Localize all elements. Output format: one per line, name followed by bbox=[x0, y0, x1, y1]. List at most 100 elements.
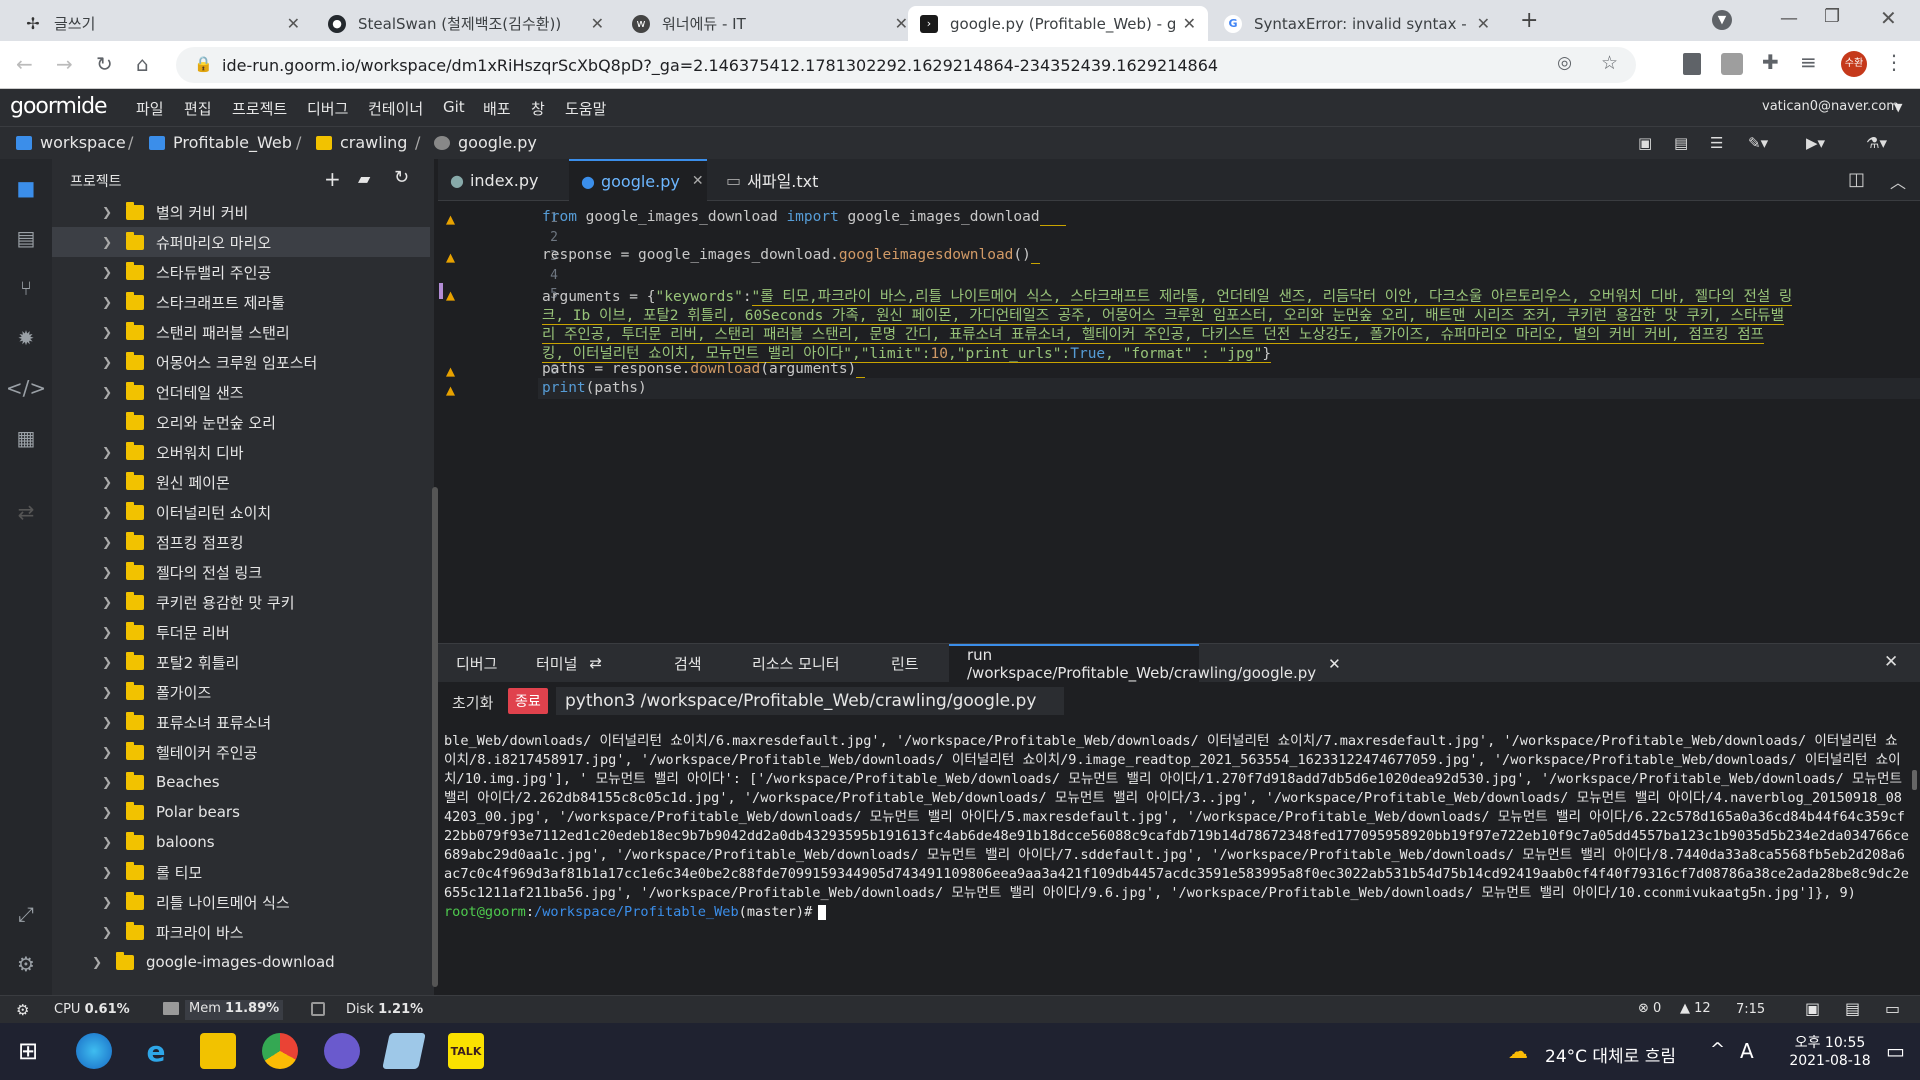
menu-deploy[interactable]: 배포 bbox=[483, 98, 511, 119]
fullscreen-icon[interactable]: ⤢ bbox=[13, 901, 39, 927]
tab-terminal[interactable]: 터미널 ⇄ bbox=[518, 644, 620, 682]
tree-item[interactable]: ❯ 언더테일 샌즈 bbox=[52, 377, 430, 407]
back-icon[interactable]: ← bbox=[16, 52, 33, 76]
minimize-button[interactable]: — bbox=[1780, 8, 1798, 29]
editor-tab-index[interactable]: ● index.py bbox=[438, 159, 568, 201]
extension-icon[interactable] bbox=[1683, 53, 1701, 75]
crumb-file[interactable]: google.py bbox=[434, 133, 537, 152]
tree-item[interactable]: ❯ 폴가이즈 bbox=[52, 677, 430, 707]
chevron-up-icon[interactable]: ^ bbox=[1710, 1039, 1725, 1060]
tree-item[interactable]: ❯ 이터널리턴 쇼이치 bbox=[52, 497, 430, 527]
close-icon[interactable]: ✕ bbox=[1477, 14, 1490, 33]
chevron-right-icon[interactable]: ❯ bbox=[98, 835, 116, 849]
chevron-right-icon[interactable]: ❯ bbox=[98, 295, 116, 309]
tree-item[interactable]: ❯ 슈퍼마리오 마리오 bbox=[52, 227, 430, 257]
url-input[interactable]: 🔒 ide-run.goorm.io/workspace/dm1xRiHszqr… bbox=[176, 47, 1636, 83]
project-explorer-icon[interactable]: ■ bbox=[13, 175, 39, 201]
close-icon[interactable]: ✕ bbox=[287, 14, 300, 33]
terminal-scrollbar[interactable] bbox=[1912, 770, 1917, 790]
chevron-right-icon[interactable]: ❯ bbox=[98, 655, 116, 669]
playlist-icon[interactable]: ≡ bbox=[1800, 50, 1817, 74]
kakaotalk-icon[interactable]: TALK bbox=[448, 1033, 484, 1069]
notification-icon[interactable]: ▭ bbox=[1886, 1039, 1905, 1063]
save-icon[interactable]: ▣ bbox=[1638, 134, 1652, 152]
avatar[interactable]: 수환 bbox=[1841, 51, 1867, 77]
tree-item[interactable]: ❯ 원신 페이몬 bbox=[52, 467, 430, 497]
tree-item[interactable]: ❯ 표류소녀 표류소녀 bbox=[52, 707, 430, 737]
tree-item[interactable]: ❯ 점프킹 점프킹 bbox=[52, 527, 430, 557]
close-icon[interactable]: ✕ bbox=[1328, 655, 1341, 673]
chevron-right-icon[interactable]: ❯ bbox=[98, 265, 116, 279]
crumb-folder[interactable]: crawling bbox=[316, 133, 407, 152]
sync-icon[interactable]: ⇄ bbox=[13, 499, 39, 525]
menu-help[interactable]: 도움말 bbox=[565, 98, 606, 119]
menu-project[interactable]: 프로젝트 bbox=[232, 98, 287, 119]
tab-resource-monitor[interactable]: 리소스 모니터 bbox=[734, 644, 858, 682]
close-panel-icon[interactable]: ✕ bbox=[1884, 652, 1898, 672]
clock-date[interactable]: 2021-08-18 bbox=[1784, 1053, 1876, 1069]
menu-container[interactable]: 컨테이너 bbox=[368, 98, 423, 119]
code-icon[interactable]: </> bbox=[6, 375, 46, 401]
refresh-icon[interactable]: ⇄ bbox=[589, 654, 602, 672]
error-count[interactable]: ⊗ 0 bbox=[1638, 1001, 1661, 1016]
chevron-right-icon[interactable]: ❯ bbox=[98, 505, 116, 519]
notes-icon[interactable] bbox=[382, 1033, 426, 1069]
split-view-icon[interactable]: ◫ bbox=[1848, 169, 1865, 190]
menu-debug[interactable]: 디버그 bbox=[307, 98, 348, 119]
tab-debug[interactable]: 디버그 bbox=[438, 644, 515, 682]
new-tab-button[interactable]: + bbox=[1520, 8, 1538, 33]
edge-icon[interactable] bbox=[76, 1033, 112, 1069]
chevron-right-icon[interactable]: ❯ bbox=[98, 565, 116, 579]
ime-indicator[interactable]: A bbox=[1740, 1039, 1754, 1063]
eye-off-icon[interactable]: ◎ bbox=[1557, 53, 1572, 73]
gear-icon[interactable]: ⚙ bbox=[16, 1001, 29, 1019]
git-icon[interactable]: ⑂ bbox=[13, 275, 39, 301]
app-icon[interactable] bbox=[324, 1033, 360, 1069]
crumb-workspace[interactable]: workspace bbox=[16, 133, 126, 152]
test-icon[interactable]: ▦ bbox=[13, 425, 39, 451]
ie-icon[interactable]: e bbox=[138, 1033, 174, 1069]
outline-icon[interactable]: ▤ bbox=[13, 225, 39, 251]
tree-item[interactable]: ❯ 어몽어스 크루원 임포스터 bbox=[52, 347, 430, 377]
refresh-icon[interactable]: ↻ bbox=[394, 167, 409, 188]
puzzle-icon[interactable]: ✚ bbox=[1762, 50, 1779, 74]
save-all-icon[interactable]: ▤ bbox=[1674, 134, 1688, 152]
tree-item[interactable]: ❯ 스타듀밸리 주인공 bbox=[52, 257, 430, 287]
warning-count[interactable]: ▲ 12 bbox=[1680, 1001, 1711, 1016]
debug-run-icon[interactable]: ⚗▾ bbox=[1866, 134, 1887, 152]
tree-item[interactable]: ❯ 포탈2 휘틀리 bbox=[52, 647, 430, 677]
chevron-right-icon[interactable]: ❯ bbox=[98, 595, 116, 609]
browser-tab-5[interactable]: G SyntaxError: invalid syntax - Goo ✕ bbox=[1212, 6, 1502, 41]
chevron-right-icon[interactable]: ❯ bbox=[98, 445, 116, 459]
layout-icon[interactable]: ▣ bbox=[1805, 999, 1820, 1018]
tree-item[interactable]: ❯ 스타크래프트 제라툴 bbox=[52, 287, 430, 317]
chevron-right-icon[interactable]: ❯ bbox=[98, 355, 116, 369]
chevron-right-icon[interactable]: ❯ bbox=[98, 475, 116, 489]
chevron-right-icon[interactable]: ❯ bbox=[98, 385, 116, 399]
tab-search[interactable]: 검색 bbox=[656, 644, 720, 682]
build-icon[interactable]: ✎▾ bbox=[1748, 134, 1768, 152]
extension-icon[interactable] bbox=[1721, 53, 1743, 75]
new-folder-icon[interactable]: ▰ bbox=[358, 169, 370, 188]
terminal-icon[interactable]: ▭ bbox=[1885, 999, 1900, 1018]
tree-item[interactable]: ❯ 파크라이 바스 bbox=[52, 917, 430, 947]
code-editor[interactable]: ▲ ▲ ▲ ▲ ▲ 1 2 3 4 5 6 7 from google_imag… bbox=[438, 201, 1920, 643]
windows-start-icon[interactable]: ⊞ bbox=[10, 1033, 46, 1069]
chevron-right-icon[interactable]: ❯ bbox=[88, 955, 106, 969]
tab-search-icon[interactable]: ▼ bbox=[1712, 10, 1732, 30]
chevron-right-icon[interactable]: ❯ bbox=[98, 535, 116, 549]
tree-item[interactable]: 오리와 눈먼숲 오리 bbox=[52, 407, 430, 437]
chevron-right-icon[interactable]: ❯ bbox=[98, 895, 116, 909]
format-icon[interactable]: ☰ bbox=[1710, 134, 1723, 152]
tree-item[interactable]: ❯ 리틀 나이트메어 식스 bbox=[52, 887, 430, 917]
browser-tab-2[interactable]: ● StealSwan (철제백조(김수환)) ✕ bbox=[316, 6, 616, 41]
clock-time[interactable]: 오후 10:55 bbox=[1790, 1032, 1870, 1052]
tree-item[interactable]: ❯ Polar bears bbox=[52, 797, 430, 827]
chevron-right-icon[interactable]: ❯ bbox=[98, 235, 116, 249]
chevron-right-icon[interactable]: ❯ bbox=[98, 925, 116, 939]
chrome-icon[interactable] bbox=[262, 1033, 298, 1069]
chevron-down-icon[interactable]: ▼ bbox=[1894, 101, 1902, 114]
tree-item[interactable]: ❯ 스탠리 패러블 스탠리 bbox=[52, 317, 430, 347]
close-icon[interactable]: ✕ bbox=[591, 14, 604, 33]
tree-item[interactable]: ❯ 롤 티모 bbox=[52, 857, 430, 887]
